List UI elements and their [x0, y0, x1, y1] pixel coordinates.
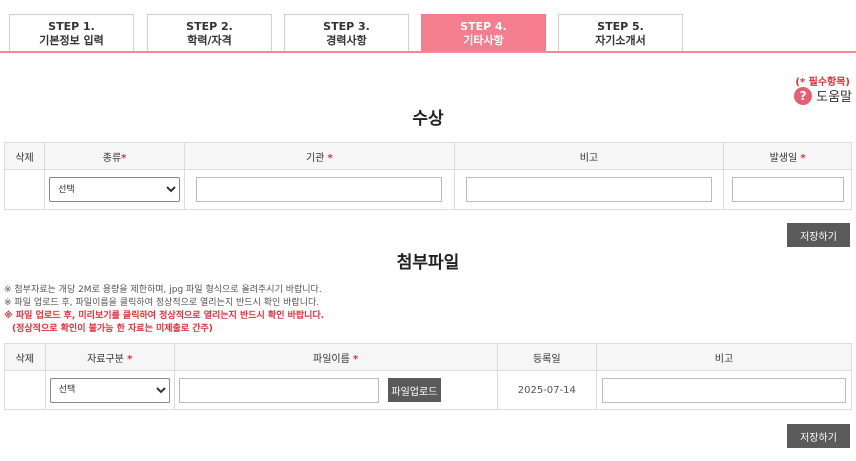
table-row: 선택	[3, 169, 852, 210]
awards-header-type: 종류*	[44, 142, 186, 170]
attachment-category-select[interactable]: 선택	[49, 377, 170, 403]
attachments-regdate-cell: 2025-07-14	[496, 370, 598, 410]
file-upload-button[interactable]: 파일업로드	[387, 378, 441, 402]
attachments-delete-cell	[4, 370, 46, 410]
step-4-tab[interactable]: STEP 4. 기타사항	[421, 14, 546, 53]
help-label: 도움말	[816, 90, 852, 105]
step-2-number: STEP 2.	[186, 20, 233, 33]
award-date-input[interactable]	[731, 177, 844, 202]
attachment-note-2: ※ 파일 업로드 후, 파일이름을 클릭하여 정상적으로 열리는지 반드시 확인…	[4, 298, 320, 308]
attachments-header-category-text: 자료구분	[87, 353, 124, 365]
attachments-header-regdate: 등록일	[496, 343, 598, 371]
required-mark: *	[121, 152, 127, 164]
attachments-header-note: 비고	[596, 343, 852, 371]
awards-header-date-text: 발생일	[769, 152, 798, 164]
attachments-table: 삭제 자료구분 * 파일이름 * 등록일 비고 선택 파일업로드 2025-07…	[4, 343, 852, 410]
table-row: 선택 파일업로드 2025-07-14	[4, 370, 852, 410]
required-mark: *	[127, 353, 133, 365]
award-org-input[interactable]	[196, 177, 443, 202]
help-link[interactable]: ? 도움말	[794, 86, 852, 105]
attachments-header-filename: 파일이름 *	[173, 343, 498, 371]
step-3-label: 경력사항	[326, 34, 367, 47]
awards-date-cell	[723, 169, 852, 210]
attachment-notes: ※ 첨부자료는 개당 2M로 용량을 제한하며, jpg 파일 형식으로 올려주…	[4, 284, 324, 336]
attachments-save-button[interactable]: 저장하기	[787, 424, 850, 448]
required-mark: *	[800, 152, 806, 164]
step-3-tab[interactable]: STEP 3. 경력사항	[284, 14, 409, 52]
required-mark: *	[327, 152, 333, 164]
attachments-header-regdate-text: 등록일	[532, 353, 561, 365]
attachments-header-filename-text: 파일이름	[313, 353, 350, 365]
awards-header-note: 비고	[453, 142, 725, 170]
step-5-number: STEP 5.	[597, 20, 644, 33]
step-5-tab[interactable]: STEP 5. 자기소개서	[558, 14, 683, 52]
awards-table: 삭제 종류* 기관 * 비고 발생일 * 선택	[3, 142, 852, 210]
step-2-tab[interactable]: STEP 2. 학력/자격	[147, 14, 272, 52]
attachments-header-note-text: 비고	[714, 353, 734, 365]
attachments-header-row: 삭제 자료구분 * 파일이름 * 등록일 비고	[4, 343, 852, 371]
step-1-number: STEP 1.	[48, 20, 95, 33]
awards-header-note-text: 비고	[579, 152, 599, 164]
awards-header-type-text: 종류	[102, 152, 122, 164]
awards-type-cell: 선택	[44, 169, 186, 210]
step-1-label: 기본정보 입력	[39, 34, 104, 47]
step-1-tab[interactable]: STEP 1. 기본정보 입력	[9, 14, 134, 52]
awards-header-date: 발생일 *	[723, 142, 852, 170]
required-mark: *	[353, 353, 359, 365]
step-2-label: 학력/자격	[187, 34, 232, 47]
step-navigation: STEP 1. 기본정보 입력 STEP 2. 학력/자격 STEP 3. 경력…	[0, 0, 856, 53]
attachments-header-delete-text: 삭제	[15, 353, 35, 365]
awards-header-delete-text: 삭제	[15, 152, 34, 164]
attachments-filename-cell: 파일업로드	[173, 370, 498, 410]
question-icon: ?	[794, 86, 813, 105]
award-type-select[interactable]: 선택	[49, 177, 181, 202]
attachment-filename-input[interactable]	[178, 377, 379, 403]
awards-save-button[interactable]: 저장하기	[787, 223, 850, 247]
attachments-section-title: 첨부파일	[396, 253, 460, 273]
step-5-label: 자기소개서	[595, 34, 646, 47]
awards-org-cell	[184, 169, 455, 210]
attachments-note-cell	[596, 370, 852, 410]
awards-header-org-text: 기관	[305, 152, 325, 164]
attachment-warning-1: ※ 파일 업로드 후, 미리보기를 클릭하여 정상적으로 열리는지 반드시 확인…	[4, 311, 325, 321]
step-4-number: STEP 4.	[460, 20, 507, 33]
attachments-header-category: 자료구분 *	[44, 343, 175, 371]
step-4-label: 기타사항	[463, 34, 504, 47]
step-underline	[0, 51, 856, 53]
awards-section-title: 수상	[412, 109, 444, 129]
attachments-category-cell: 선택	[44, 370, 175, 410]
attachment-note-input[interactable]	[602, 377, 846, 403]
attachment-note-1: ※ 첨부자료는 개당 2M로 용량을 제한하며, jpg 파일 형식으로 올려주…	[4, 285, 322, 295]
attachments-header-delete: 삭제	[4, 343, 46, 371]
awards-delete-cell	[3, 169, 46, 210]
step-3-number: STEP 3.	[323, 20, 370, 33]
awards-note-cell	[453, 169, 725, 210]
award-note-input[interactable]	[465, 177, 712, 202]
awards-header-delete: 삭제	[3, 142, 46, 170]
attachment-warning-2: (정상적으로 확인이 불가능 한 자료는 미제출로 간주)	[12, 324, 213, 334]
awards-header-org: 기관 *	[184, 142, 455, 170]
awards-header-row: 삭제 종류* 기관 * 비고 발생일 *	[3, 142, 852, 170]
